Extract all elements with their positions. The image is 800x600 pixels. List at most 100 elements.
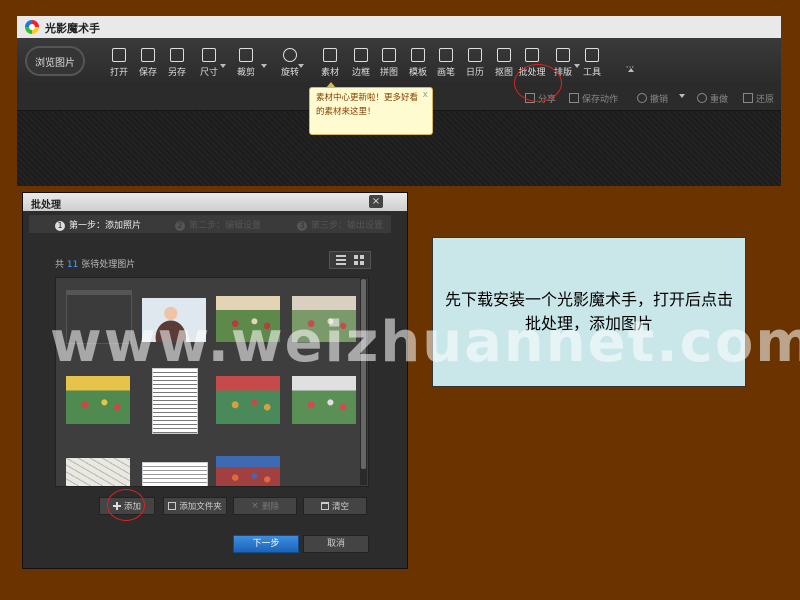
thumbnail-image[interactable] (216, 456, 280, 486)
delete-x-icon: × (251, 501, 259, 511)
next-step-button[interactable]: 下一步 (233, 535, 299, 553)
tool-wrench[interactable]: 工具 (577, 46, 607, 78)
tool-label: 打开 (109, 68, 128, 78)
count-number: 11 (66, 260, 79, 270)
image-count-label: 共 11 张待处理图片 (55, 257, 135, 270)
step-3-number: 3 (297, 221, 307, 231)
tool-material[interactable]: 素材 (315, 46, 345, 78)
add-folder-button[interactable]: 添加文件夹 (163, 497, 227, 515)
tool-resize[interactable]: 尺寸 (194, 46, 224, 78)
trash-icon (320, 502, 329, 510)
redo-button[interactable]: 重做 (697, 92, 728, 105)
thumbnail-image[interactable] (142, 462, 208, 486)
tool-label: 工具 (582, 68, 601, 78)
count-prefix: 共 (55, 260, 65, 270)
restore-label: 还原 (756, 95, 775, 105)
tool-brush[interactable]: 画笔 (431, 46, 461, 78)
undo-dropdown-caret[interactable] (679, 94, 685, 98)
restore-button[interactable]: 还原 (743, 92, 774, 105)
list-view-icon[interactable] (336, 255, 346, 265)
expand-toolbar-icon[interactable] (628, 68, 634, 72)
add-highlight-circle (107, 489, 145, 521)
batch-highlight-circle (514, 64, 562, 102)
watermark-text: www.weizhuannet.com (50, 310, 800, 375)
app-title: 光影魔术手 (45, 22, 100, 35)
step-2-number: 2 (175, 221, 185, 231)
tool-crop[interactable]: 裁剪 (231, 46, 261, 78)
browse-images-button[interactable]: 浏览图片 (25, 46, 85, 76)
step-bar: 1 第一步：添加照片 2 第二步：编辑设置 3 第三步：输出设置 (29, 215, 391, 233)
save-action-icon (569, 93, 579, 103)
clear-button[interactable]: 清空 (303, 497, 367, 515)
tool-label: 保存 (138, 68, 157, 78)
chevron-down-icon[interactable] (220, 64, 226, 68)
save-action-button[interactable]: 保存动作 (569, 92, 618, 105)
tool-cutout[interactable]: 抠图 (489, 46, 519, 78)
border-icon (354, 48, 368, 62)
step-1-number: 1 (55, 221, 65, 231)
delete-label: 删除 (261, 502, 279, 512)
tool-label: 拼图 (379, 68, 398, 78)
more-icon (624, 48, 636, 60)
tooltip-text: 素材中心更新啦！更多好看的素材来这里！ (316, 93, 419, 117)
tool-label: 模板 (408, 68, 427, 78)
tool-open[interactable]: 打开 (104, 46, 134, 78)
crop-icon (239, 48, 253, 62)
cancel-button[interactable]: 取消 (303, 535, 369, 553)
thumbnail-grid[interactable] (55, 277, 369, 487)
undo-icon (637, 93, 647, 103)
tool-rotate[interactable]: 旋转 (275, 46, 305, 78)
calendar-icon (468, 48, 482, 62)
tool-border[interactable]: 边框 (346, 46, 376, 78)
dialog-close-icon[interactable]: × (369, 195, 383, 208)
rotate-icon (283, 48, 297, 62)
save-icon (141, 48, 155, 62)
tool-label: 素材 (320, 68, 339, 78)
tool-template[interactable]: 模板 (403, 46, 433, 78)
tool-label: 边框 (351, 68, 370, 78)
app-window: 光影魔术手 浏览图片 打开 保存 另存 尺寸 裁剪 旋转 素材 边框 拼图 模板 画笔 日历 抠图 批处理… (17, 16, 781, 186)
main-toolbar: 浏览图片 打开 保存 另存 尺寸 裁剪 旋转 素材 边框 拼图 模板 画笔 日历 抠图 批处理 排版 工具 ··… (17, 38, 781, 86)
undo-button[interactable]: 撤销 (637, 92, 668, 105)
collage-icon (382, 48, 396, 62)
thumbnail-image[interactable] (292, 376, 356, 424)
count-suffix: 张待处理图片 (81, 260, 136, 270)
chevron-down-icon[interactable] (298, 64, 304, 68)
view-toggle (329, 251, 371, 269)
step-2-label: 第二步：编辑设置 (189, 221, 262, 231)
delete-button[interactable]: × 删除 (233, 497, 297, 515)
material-update-tooltip[interactable]: x 素材中心更新啦！更多好看的素材来这里！ (309, 82, 433, 135)
undo-label: 撤销 (650, 95, 669, 105)
thumbnail-image[interactable] (152, 368, 198, 434)
save-as-icon (170, 48, 184, 62)
dialog-title: 批处理 (31, 200, 61, 211)
tool-save-as[interactable]: 另存 (162, 46, 192, 78)
thumbnail-scrollbar[interactable] (360, 277, 367, 485)
tool-save[interactable]: 保存 (133, 46, 163, 78)
folder-icon (168, 502, 177, 510)
resize-icon (202, 48, 216, 62)
step-2: 2 第二步：编辑设置 (175, 218, 261, 231)
add-folder-label: 添加文件夹 (179, 502, 222, 512)
thumbnail-image[interactable] (66, 458, 130, 486)
tool-collage[interactable]: 拼图 (374, 46, 404, 78)
layout-icon (556, 48, 570, 62)
save-action-label: 保存动作 (582, 95, 619, 105)
thumbnail-image[interactable] (216, 376, 280, 424)
chevron-down-icon[interactable] (261, 64, 267, 68)
grid-view-icon[interactable] (354, 255, 364, 265)
tool-calendar[interactable]: 日历 (460, 46, 490, 78)
step-1-label: 第一步：添加照片 (69, 221, 142, 231)
step-1: 1 第一步：添加照片 (55, 218, 141, 231)
redo-label: 重做 (710, 95, 729, 105)
tool-label: 画笔 (436, 68, 455, 78)
batch-dialog: 批处理 × 1 第一步：添加照片 2 第二步：编辑设置 3 第三步：输出设置 共 11… (22, 192, 408, 569)
thumbnail-image[interactable] (66, 376, 130, 424)
material-icon (323, 48, 337, 62)
tooltip-close-icon[interactable]: x (423, 88, 428, 102)
open-icon (112, 48, 126, 62)
clear-label: 清空 (331, 502, 349, 512)
redo-icon (697, 93, 707, 103)
step-3-label: 第三步：输出设置 (311, 221, 384, 231)
tool-label: 日历 (465, 68, 484, 78)
